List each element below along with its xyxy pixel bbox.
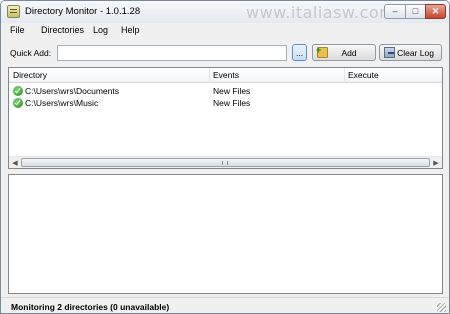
log-pane[interactable]: [8, 174, 443, 294]
check-icon: [13, 86, 23, 96]
close-button[interactable]: ✕: [425, 4, 446, 19]
scroll-left-icon[interactable]: ◀: [10, 158, 20, 168]
directory-events: New Files: [213, 98, 251, 108]
list-item[interactable]: C:\Users\wrs\Documents New Files: [9, 85, 442, 97]
directory-path: C:\Users\wrs\Documents: [25, 86, 119, 96]
minimize-icon: –: [392, 6, 398, 16]
menu-directories[interactable]: Directories: [41, 25, 84, 35]
window-title: Directory Monitor - 1.0.1.28: [25, 6, 141, 17]
add-button[interactable]: Add: [312, 44, 376, 61]
column-directory[interactable]: Directory: [13, 70, 47, 80]
quick-add-input[interactable]: [57, 45, 287, 61]
clear-log-button[interactable]: Clear Log: [379, 44, 442, 61]
app-icon[interactable]: [7, 5, 20, 18]
quick-add-label: Quick Add:: [10, 48, 52, 58]
directory-list[interactable]: Directory Events Execute C:\Users\wrs\Do…: [8, 67, 443, 169]
clear-log-label: Clear Log: [397, 47, 434, 58]
menu-bar: File Directories Log Help: [1, 23, 449, 39]
menu-file[interactable]: File: [10, 25, 25, 35]
column-divider[interactable]: [344, 68, 345, 83]
column-divider[interactable]: [209, 68, 210, 83]
column-execute[interactable]: Execute: [348, 70, 379, 80]
list-header: Directory Events Execute: [9, 68, 442, 83]
scroll-thumb[interactable]: [21, 158, 430, 167]
check-icon: [13, 98, 23, 108]
directory-path: C:\Users\wrs\Music: [25, 98, 99, 108]
menu-log[interactable]: Log: [93, 25, 108, 35]
resize-grip-icon[interactable]: [437, 303, 446, 312]
column-events[interactable]: Events: [213, 70, 239, 80]
browse-button[interactable]: ...: [292, 44, 307, 61]
grip-icon: [222, 161, 228, 165]
watermark-text: www.italiasw.com: [246, 3, 396, 22]
horizontal-scrollbar[interactable]: ◀ ▶: [9, 156, 442, 168]
close-icon: ✕: [431, 6, 440, 16]
status-bar: Monitoring 2 directories (0 unavailable): [1, 297, 449, 313]
app-window: Directory Monitor - 1.0.1.28 www.italias…: [0, 0, 450, 314]
add-button-label: Add: [341, 47, 357, 58]
maximize-icon: □: [412, 6, 419, 16]
menu-help[interactable]: Help: [121, 25, 140, 35]
quick-add-bar: Quick Add: ... Add Clear Log: [1, 41, 449, 65]
maximize-button[interactable]: □: [405, 4, 426, 19]
status-text: Monitoring 2 directories (0 unavailable): [11, 302, 170, 312]
list-item[interactable]: C:\Users\wrs\Music New Files: [9, 97, 442, 109]
directory-events: New Files: [213, 86, 251, 96]
minimize-button[interactable]: –: [384, 4, 406, 19]
scroll-right-icon[interactable]: ▶: [431, 158, 441, 168]
title-bar[interactable]: Directory Monitor - 1.0.1.28 www.italias…: [1, 1, 449, 23]
browse-label: ...: [295, 47, 304, 58]
